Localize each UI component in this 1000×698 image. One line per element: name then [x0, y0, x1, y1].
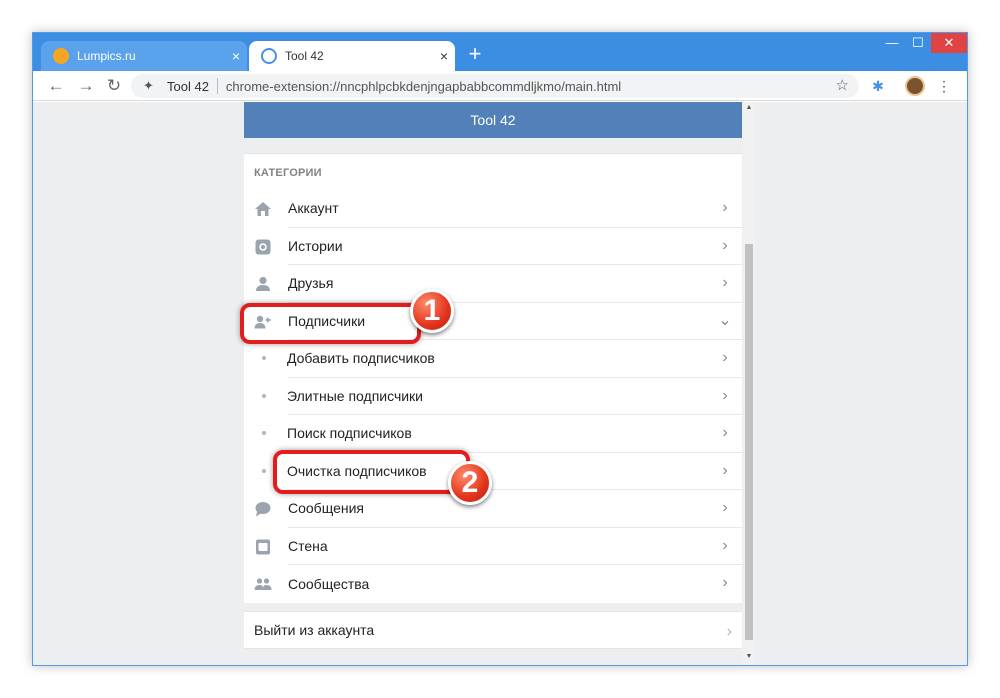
- menu-item-label: Стена: [288, 537, 328, 554]
- close-tab-icon[interactable]: ×: [433, 48, 455, 64]
- profile-avatar[interactable]: [905, 76, 925, 96]
- logout-button[interactable]: Выйти из аккаунта ›: [244, 610, 742, 649]
- step-badge-2: 2: [448, 461, 492, 505]
- menu-subitem-add-followers[interactable]: Добавить подписчиков ›: [262, 340, 742, 378]
- tab-title: Lumpics.ru: [77, 49, 136, 63]
- home-icon: [255, 202, 271, 216]
- chevron-right-icon: ›: [722, 274, 728, 291]
- app-panel: Tool 42 КАТЕГОРИИ Аккаунт › Истории › Др…: [244, 102, 742, 649]
- chevron-right-icon: ›: [722, 536, 728, 554]
- menu-item-label: Истории: [288, 237, 343, 254]
- stories-icon: [255, 239, 271, 254]
- menu-item-label: Добавить подписчиков: [287, 350, 435, 367]
- address-bar[interactable]: ✦ Tool 42 chrome-extension://nncphlpcbkd…: [131, 74, 859, 98]
- menu-subitem-elite-followers[interactable]: Элитные подписчики ›: [262, 378, 742, 415]
- logout-label: Выйти из аккаунта: [254, 621, 375, 638]
- chevron-right-icon: ›: [722, 236, 728, 254]
- menu-item-label: Друзья: [288, 275, 334, 292]
- chevron-down-icon: ⌄: [718, 311, 732, 329]
- vertical-scrollbar[interactable]: ▲ ▼: [743, 102, 755, 665]
- highlight-box-followers: [240, 303, 421, 344]
- menu-subitem-search-followers[interactable]: Поиск подписчиков ›: [262, 415, 742, 453]
- menu-item-label: Аккаунт: [288, 200, 339, 217]
- menu-item-wall[interactable]: Стена ›: [256, 528, 742, 565]
- browser-window: Lumpics.ru × Tool 42 × + — ☐ ✕ ← → ↻ ✦ T…: [32, 32, 968, 666]
- highlight-box-clean-followers: [273, 450, 470, 494]
- tab-lumpics[interactable]: Lumpics.ru ×: [41, 41, 247, 71]
- back-button[interactable]: ←: [45, 75, 67, 97]
- close-window-button[interactable]: ✕: [931, 33, 967, 53]
- minimize-button[interactable]: —: [879, 33, 905, 53]
- bullet-icon: [262, 431, 266, 435]
- menu-item-communities[interactable]: Сообщества ›: [254, 565, 742, 603]
- chevron-right-icon: ›: [722, 461, 728, 479]
- scrollbar-thumb[interactable]: [745, 244, 753, 640]
- chevron-right-icon: ›: [722, 574, 728, 591]
- step-badge-1: 1: [410, 289, 454, 333]
- lumpics-favicon-icon: [53, 48, 69, 64]
- forward-button[interactable]: →: [75, 75, 97, 97]
- menu-item-label: Сообщения: [288, 500, 364, 517]
- bullet-icon: [262, 468, 266, 473]
- menu-item-stories[interactable]: Истории ›: [255, 228, 742, 265]
- groups-icon: [254, 578, 272, 590]
- browser-toolbar: ← → ↻ ✦ Tool 42 chrome-extension://nncph…: [33, 71, 967, 101]
- chevron-right-icon: ›: [722, 386, 728, 404]
- menu-item-label: Сообщества: [288, 575, 370, 592]
- chevron-right-icon: ›: [722, 499, 728, 516]
- tool42-favicon-icon: [261, 48, 277, 64]
- extension-icon: ✦: [143, 78, 154, 93]
- tool42-extension-icon[interactable]: ✱: [869, 77, 887, 95]
- new-tab-button[interactable]: +: [463, 43, 487, 67]
- title-bar: Lumpics.ru × Tool 42 × + — ☐ ✕: [33, 33, 967, 71]
- tab-title: Tool 42: [285, 49, 324, 63]
- close-tab-icon[interactable]: ×: [225, 48, 247, 64]
- page-viewport: Tool 42 КАТЕГОРИИ Аккаунт › Истории › Др…: [33, 102, 967, 665]
- menu-icon[interactable]: ⋮: [935, 77, 953, 95]
- tab-tool42[interactable]: Tool 42 ×: [249, 41, 455, 71]
- url-text: chrome-extension://nncphlpcbkdenjngapbab…: [225, 78, 622, 94]
- reload-button[interactable]: ↻: [103, 75, 125, 97]
- menu-item-account[interactable]: Аккаунт ›: [255, 190, 742, 228]
- menu-item-label: Элитные подписчики: [287, 387, 424, 404]
- chevron-right-icon: ›: [722, 199, 728, 216]
- spacer: [244, 138, 742, 154]
- wall-icon: [256, 539, 270, 554]
- user-icon: [256, 276, 270, 291]
- category-menu: КАТЕГОРИИ Аккаунт › Истории › Друзья › П…: [244, 154, 742, 603]
- separator: [216, 78, 218, 94]
- chevron-right-icon: ›: [722, 349, 728, 366]
- chevron-right-icon: ›: [722, 424, 728, 441]
- bookmark-star-icon[interactable]: ☆: [836, 76, 849, 94]
- site-name: Tool 42: [167, 78, 209, 94]
- message-icon: [255, 502, 271, 517]
- menu-item-messages[interactable]: Сообщения ›: [255, 490, 742, 528]
- maximize-button[interactable]: ☐: [905, 33, 931, 53]
- menu-item-label: Поиск подписчиков: [287, 425, 412, 442]
- bullet-icon: [262, 393, 266, 398]
- scroll-down-arrow-icon[interactable]: ▼: [743, 653, 755, 660]
- scroll-up-arrow-icon[interactable]: ▲: [743, 104, 755, 111]
- spacer: [244, 602, 742, 611]
- category-heading: КАТЕГОРИИ: [254, 167, 322, 179]
- bullet-icon: [262, 356, 266, 360]
- app-header: Tool 42: [244, 102, 742, 138]
- chevron-right-icon: ›: [726, 622, 732, 640]
- menu-item-friends[interactable]: Друзья ›: [256, 265, 742, 303]
